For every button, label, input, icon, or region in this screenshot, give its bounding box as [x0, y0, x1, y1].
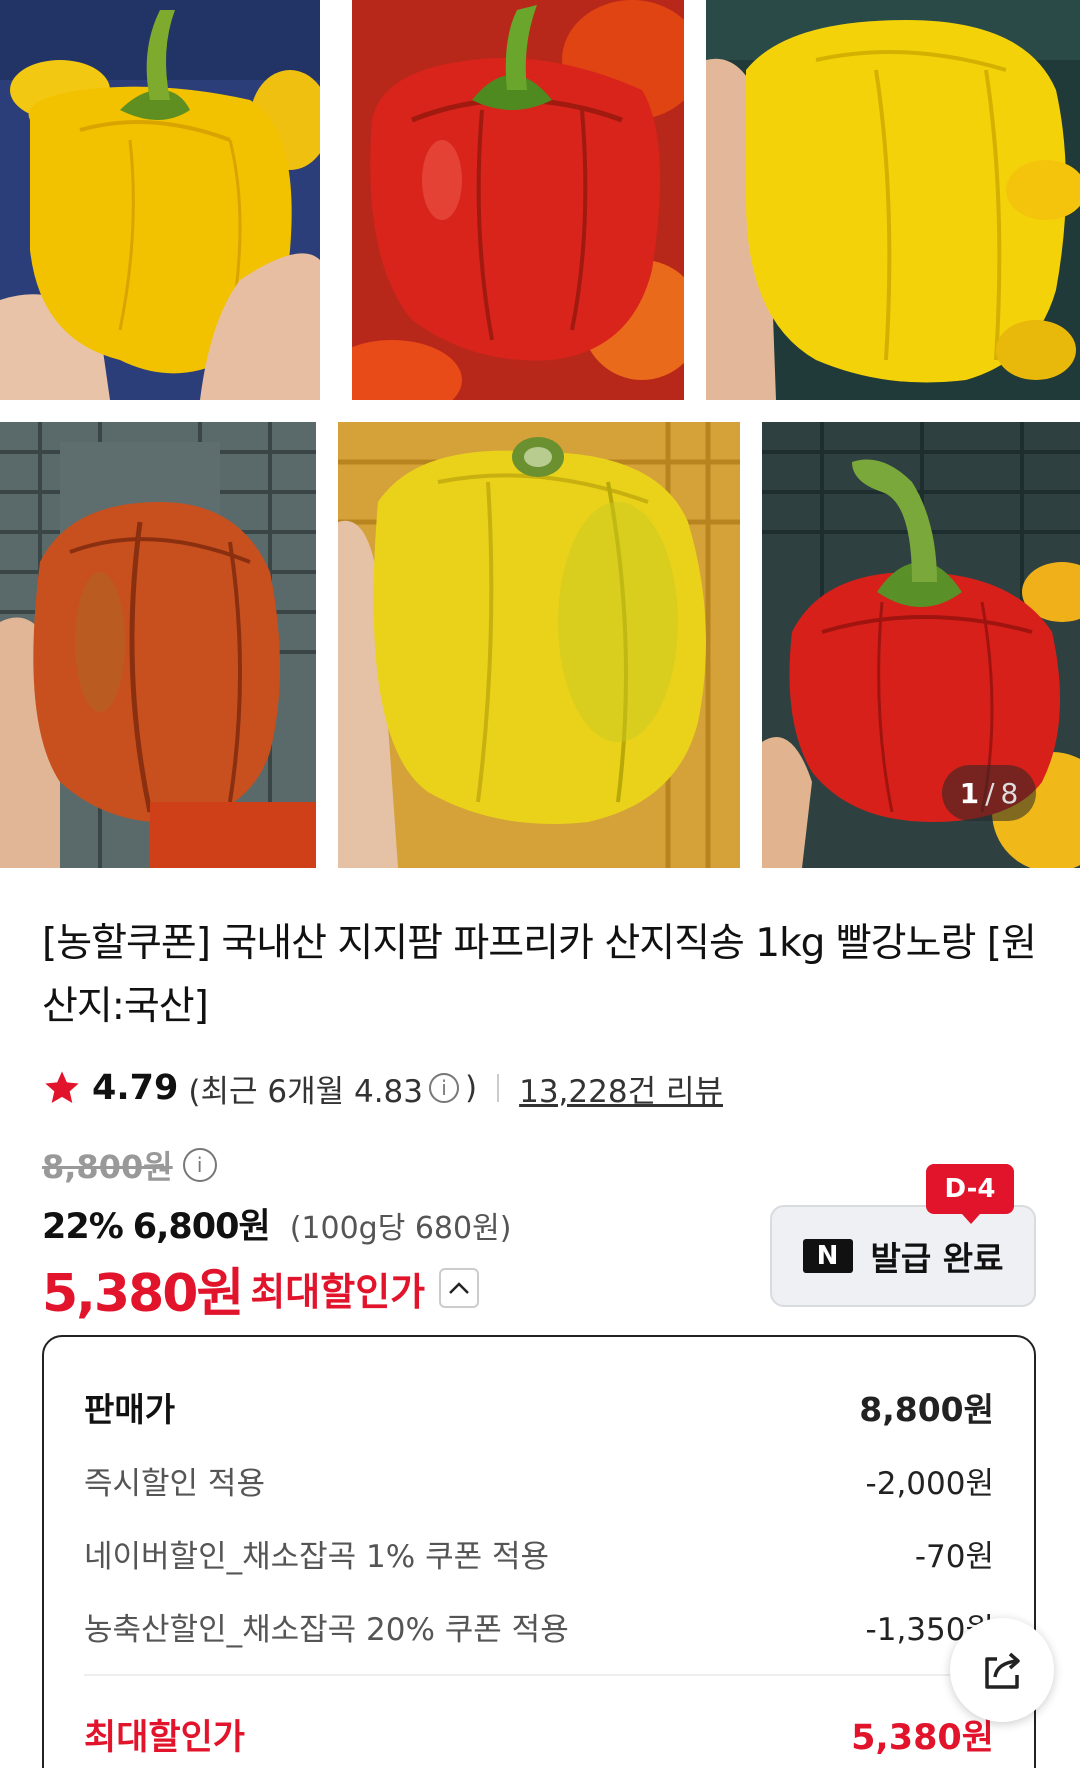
discount-percent: 22% — [42, 1207, 124, 1247]
coupon-status: 발급 완료 — [870, 1239, 1004, 1278]
naver-n-icon: N — [802, 1239, 853, 1273]
original-price-row: 8,800원 i — [42, 1140, 223, 1190]
photo-orange-pepper — [0, 422, 316, 868]
divider — [497, 1074, 500, 1102]
breakdown-row-instant-discount: 즉시할인 적용 -2,000원 — [84, 1455, 994, 1505]
counter-total: 8 — [1000, 776, 1019, 810]
recent-rating: (최근 6개월 4.83 i ) — [188, 1066, 477, 1111]
max-discount-label: 최대할인가 — [250, 1269, 426, 1314]
review-count-link[interactable]: 13,228건 리뷰 — [519, 1066, 723, 1111]
info-icon[interactable]: i — [182, 1148, 217, 1182]
discount-row: 22% 6,800원 (100g당 680원) — [42, 1198, 511, 1248]
recent-rating-close: ) — [465, 1070, 478, 1106]
unit-price: (100g당 680원) — [289, 1211, 512, 1246]
recent-rating-text: (최근 6개월 4.83 — [188, 1073, 423, 1110]
breakdown-divider — [84, 1674, 994, 1676]
chevron-up-icon — [449, 1282, 470, 1294]
share-icon — [985, 1652, 1020, 1689]
breakdown-value: -2,000원 — [865, 1465, 994, 1502]
breakdown-row-list-price: 판매가 8,800원 — [84, 1382, 994, 1432]
photo-yellow-pepper-1 — [0, 0, 320, 400]
max-discount-price: 5,380원 — [42, 1263, 244, 1324]
breakdown-label: 농축산할인_채소잡곡 20% 쿠폰 적용 — [84, 1611, 569, 1648]
photo-yellow-pepper-2 — [706, 0, 1080, 400]
coupon-issued-button[interactable]: N 발급 완료 — [770, 1205, 1036, 1307]
original-price: 8,800원 — [42, 1148, 173, 1186]
rating-row: 4.79 (최근 6개월 4.83 i ) 13,228건 리뷰 — [42, 1064, 723, 1112]
d-day-badge: D-4 — [926, 1164, 1014, 1224]
breakdown-total-label: 최대할인가 — [84, 1717, 246, 1758]
breakdown-label: 판매가 — [84, 1390, 176, 1429]
star-icon — [45, 1071, 79, 1103]
counter-separator: / — [985, 776, 995, 810]
sale-price: 6,800원 — [132, 1207, 271, 1247]
share-button[interactable] — [950, 1618, 1054, 1722]
photo-yellow-green-pepper — [338, 422, 740, 868]
breakdown-row-agri-coupon: 농축산할인_채소잡곡 20% 쿠폰 적용 -1,350원 — [84, 1601, 994, 1651]
breakdown-label: 즉시할인 적용 — [84, 1465, 265, 1502]
price-breakdown-box: 판매가 8,800원 즉시할인 적용 -2,000원 네이버할인_채소잡곡 1%… — [42, 1335, 1036, 1768]
info-icon[interactable]: i — [429, 1073, 459, 1103]
breakdown-label: 네이버할인_채소잡곡 1% 쿠폰 적용 — [84, 1538, 550, 1575]
product-title: [농할쿠폰] 국내산 지지팜 파프리카 산지직송 1kg 빨강노랑 [원산지:국… — [42, 921, 1037, 1029]
photo-red-pepper-1 — [352, 0, 684, 400]
breakdown-value: 8,800원 — [859, 1390, 994, 1429]
breakdown-total-value: 5,380원 — [851, 1717, 994, 1758]
breakdown-row-naver-coupon: 네이버할인_채소잡곡 1% 쿠폰 적용 -70원 — [84, 1528, 994, 1578]
image-page-counter: 1 / 8 — [942, 765, 1036, 821]
collapse-breakdown-button[interactable] — [439, 1268, 480, 1308]
max-discount-row: 5,380원 최대할인가 — [42, 1256, 480, 1324]
breakdown-value: -70원 — [914, 1538, 994, 1575]
product-image-gallery[interactable]: 1 / 8 — [0, 0, 1080, 868]
breakdown-row-total: 최대할인가 5,380원 — [84, 1709, 994, 1759]
rating-score: 4.79 — [92, 1068, 179, 1108]
counter-current: 1 — [959, 776, 980, 810]
